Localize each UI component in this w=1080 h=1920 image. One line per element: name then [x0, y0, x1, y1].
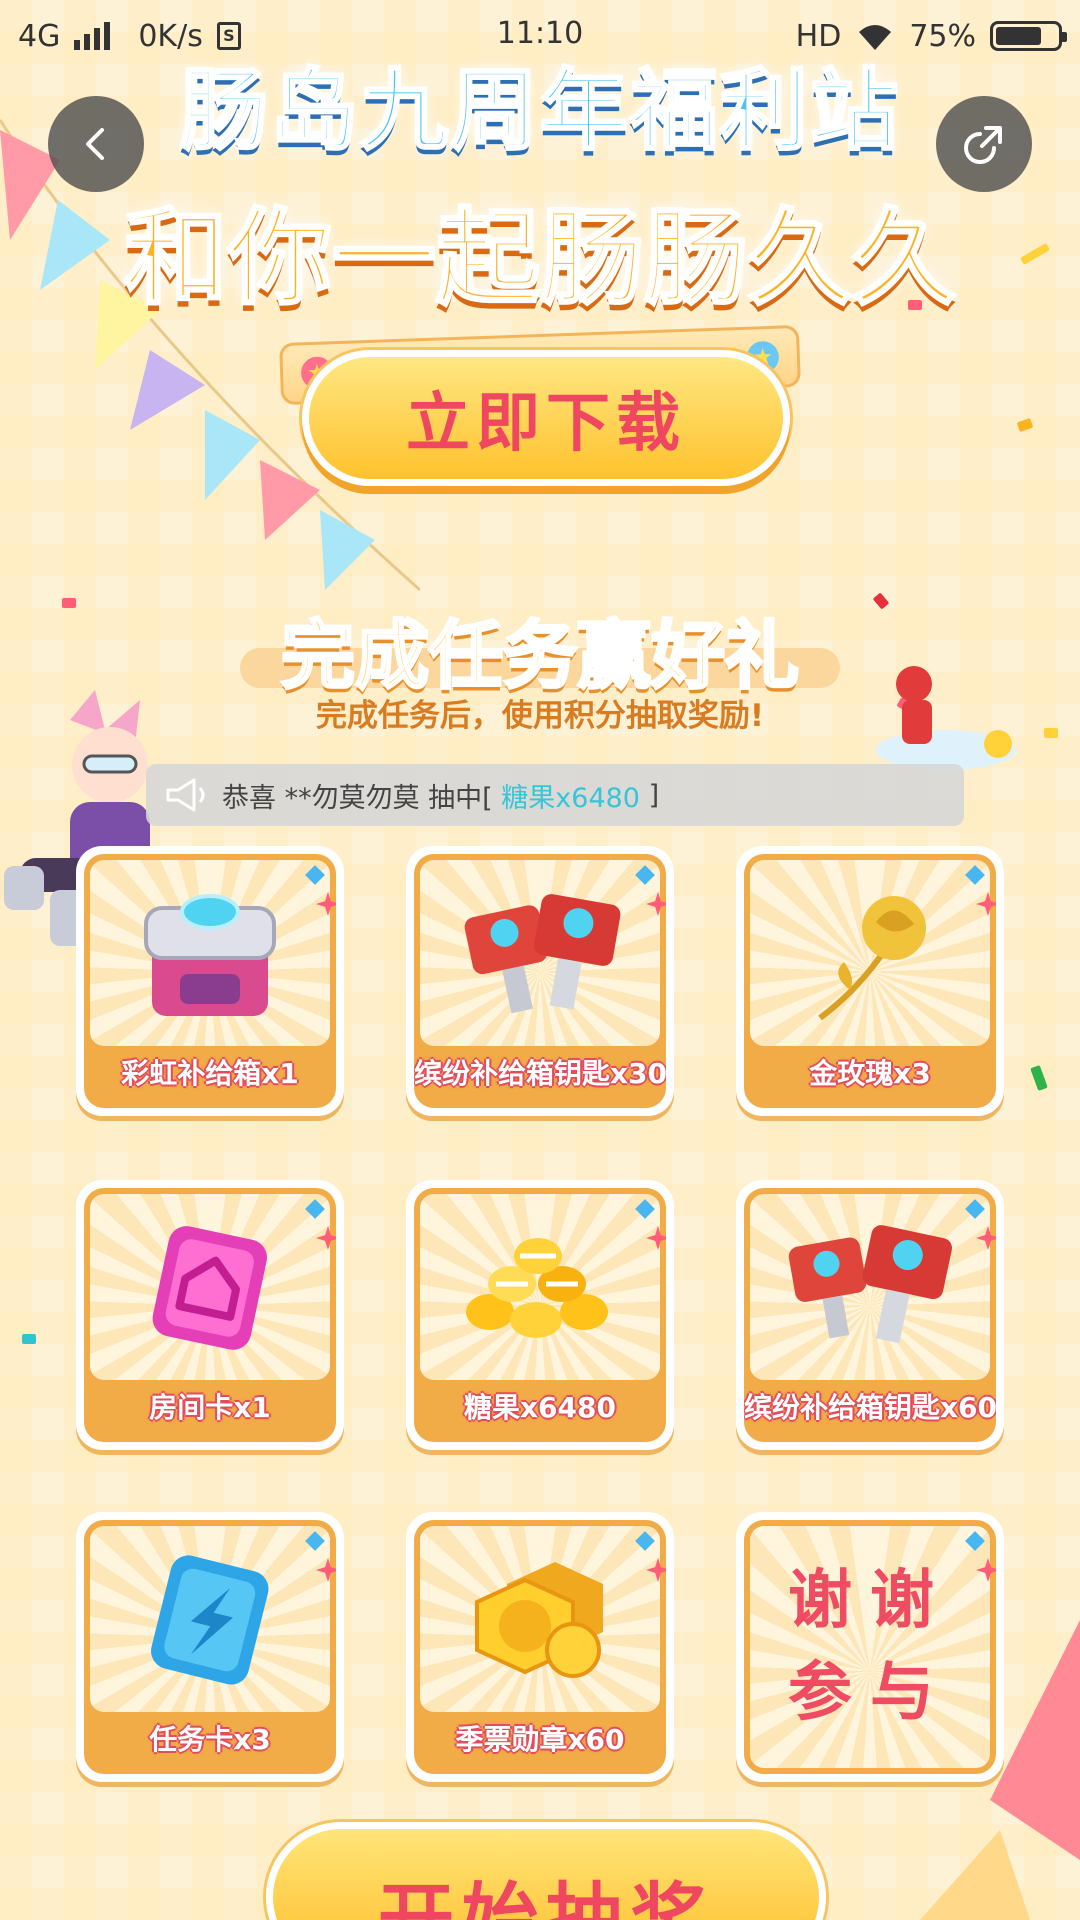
download-button[interactable]: 立即下载 — [302, 350, 790, 486]
prize-card: 糖果x6480 — [406, 1180, 674, 1450]
candy-pile-icon — [466, 1238, 608, 1338]
prize-label: 任务卡x3 — [149, 1723, 271, 1756]
prize-label: 缤纷补给箱钥匙x60 — [744, 1391, 996, 1424]
network-speed: 0K/s — [138, 18, 203, 54]
megaphone-icon — [166, 778, 205, 812]
chevron-left-icon — [86, 128, 104, 160]
status-bar: 4G 0K/s S 11:10 HD 75% — [0, 0, 1080, 72]
winner-ticker: 恭喜 **勿莫勿莫 抽中[ 糖果x6480 ] — [146, 764, 964, 826]
back-button[interactable] — [48, 96, 144, 192]
confetti — [1020, 243, 1050, 265]
signal-icon — [74, 22, 111, 50]
hd-indicator: HD — [795, 18, 842, 54]
ticker-prize: 糖果x6480 — [501, 782, 640, 814]
start-draw-button[interactable]: 开始抽奖 — [266, 1822, 826, 1920]
key-pair-icon — [788, 1225, 952, 1344]
room-card-icon — [152, 1226, 267, 1350]
confetti — [22, 1334, 36, 1344]
prize-label: 缤纷补给箱钥匙x30 — [414, 1057, 666, 1090]
battery-percent: 75% — [909, 18, 976, 54]
prize-card: 季票勋章x60 — [406, 1512, 674, 1782]
share-icon — [964, 126, 1002, 164]
event-slogan: 和你一起肠肠久久 — [122, 196, 957, 321]
key-pair-icon — [464, 894, 621, 1014]
prize-card: 任务卡x3 — [76, 1512, 344, 1782]
share-button[interactable] — [936, 96, 1032, 192]
battery-icon — [990, 21, 1067, 51]
prize-card: 彩虹补给箱x1 — [76, 846, 344, 1116]
ticker-suffix: ] — [639, 779, 660, 811]
prize-card: 金玫瑰x3 — [736, 846, 1004, 1116]
golden-rose-icon — [818, 896, 926, 1021]
rainbow-supply-box-icon — [144, 894, 276, 1016]
confetti — [1030, 1065, 1048, 1091]
prize-card: 缤纷补给箱钥匙x60 — [736, 1180, 1004, 1450]
prize-label: 房间卡x1 — [149, 1391, 271, 1424]
confetti — [1016, 417, 1034, 433]
clock: 11:10 — [496, 16, 584, 51]
ticker-prefix: 恭喜 **勿莫勿莫 抽中[ — [222, 782, 502, 814]
prize-card: 房间卡x1 — [76, 1180, 344, 1450]
hero-banner: 肠岛九周年福利站 和你一起肠肠久久 ★ 赢超多糖果、钥匙奖励! ★ — [120, 40, 960, 406]
network-type: 4G — [18, 18, 61, 54]
bunting-decoration — [920, 1620, 1080, 1920]
prize-label: 彩虹补给箱x1 — [121, 1057, 299, 1090]
character-illustration-right — [876, 666, 1016, 770]
prize-label: 金玫瑰x3 — [809, 1057, 931, 1090]
wifi-icon — [859, 25, 892, 50]
prize-label: 季票勋章x60 — [455, 1723, 625, 1756]
season-medal-icon — [475, 1562, 603, 1678]
confetti — [908, 300, 922, 310]
prize-label: 糖果x6480 — [464, 1391, 616, 1424]
sim-icon: S — [216, 22, 241, 50]
prize-card: 缤纷补给箱钥匙x30 — [406, 846, 674, 1116]
mission-card-icon — [151, 1555, 269, 1685]
